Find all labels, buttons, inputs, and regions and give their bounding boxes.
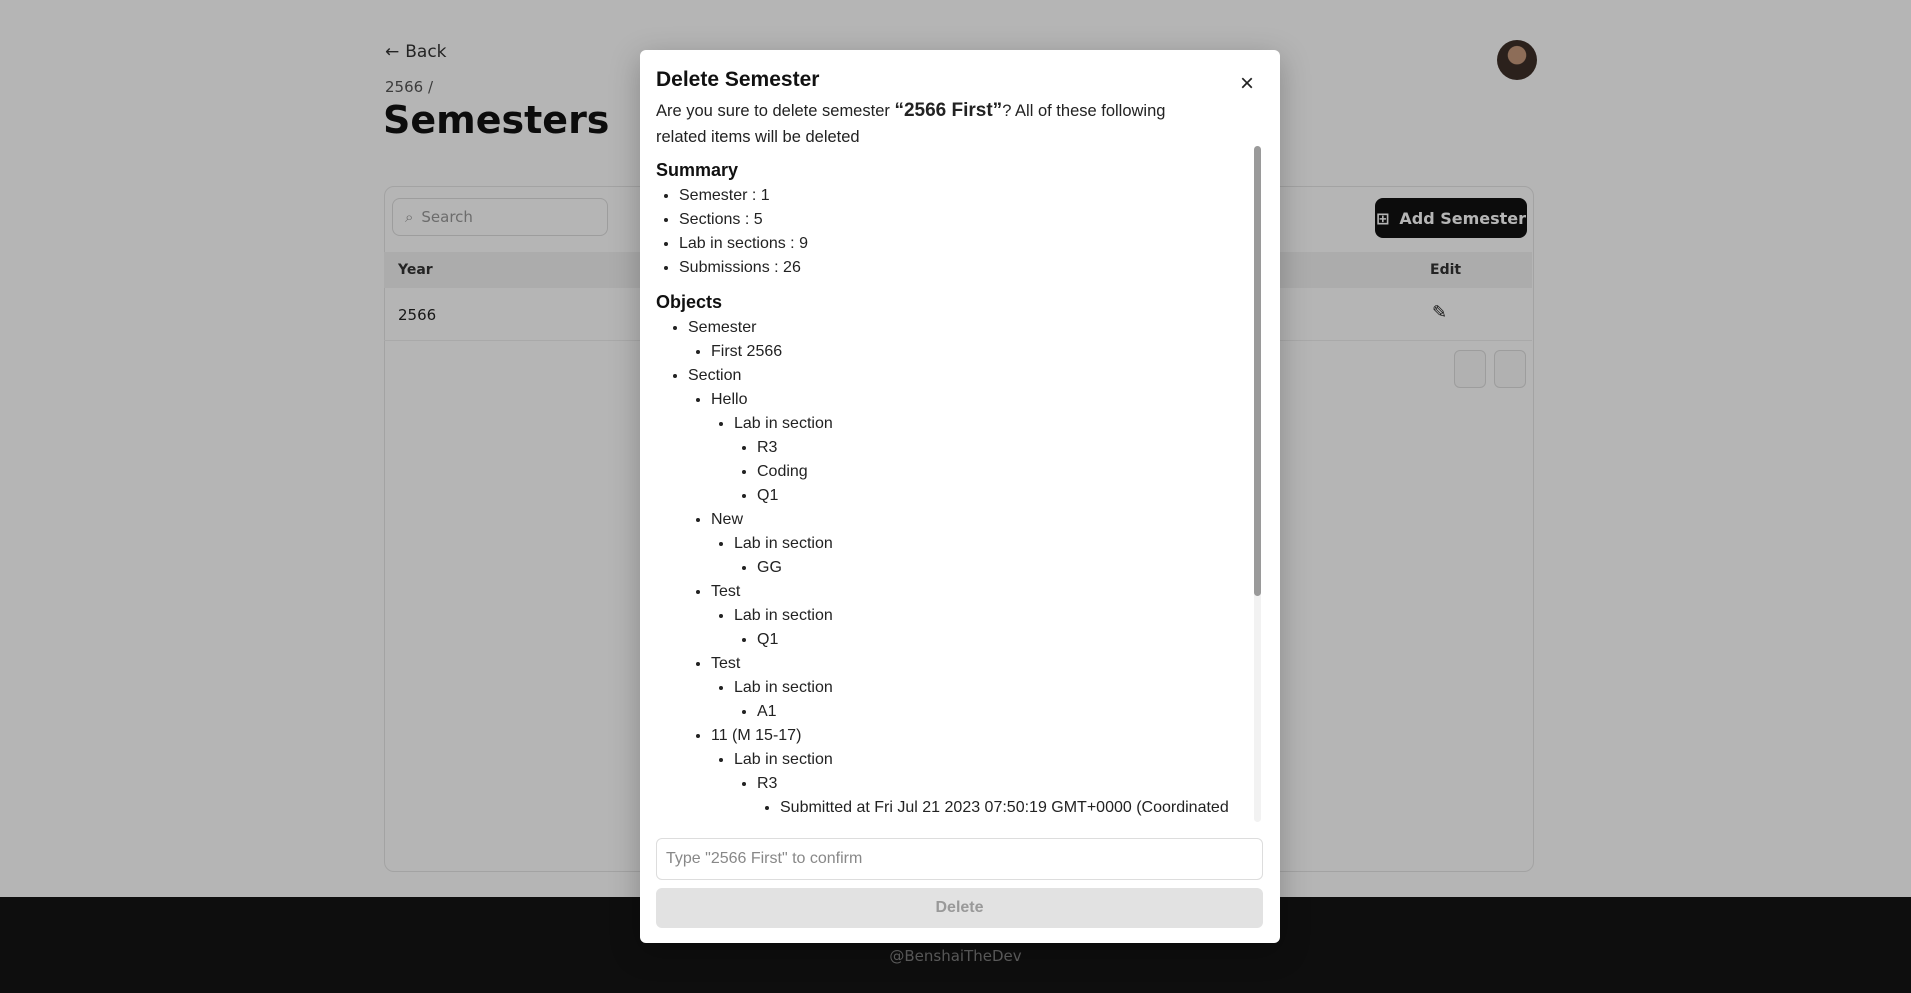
summary-item: Lab in sections : 9 — [679, 232, 1256, 256]
delete-button[interactable]: Delete — [656, 888, 1263, 928]
confirm-input[interactable] — [656, 838, 1263, 880]
intro-before: Are you sure to delete semester — [656, 102, 895, 120]
lab-group-label: Lab in section — [734, 607, 833, 624]
summary-item: Submissions : 26 — [679, 256, 1256, 280]
lab-group-label: Lab in section — [734, 535, 833, 552]
lab-object: A1 — [757, 700, 1256, 724]
lab-object: GG — [757, 556, 1256, 580]
object-type-label: Section — [688, 367, 742, 384]
modal-description: Are you sure to delete semester “2566 Fi… — [656, 98, 1216, 150]
object-type: Section Hello Lab in section R3 Coding Q… — [688, 364, 1256, 820]
objects-heading: Objects — [656, 292, 723, 312]
section-name: Test — [711, 655, 741, 672]
lab-group-label: Lab in section — [734, 751, 833, 768]
objects-list: Semester First 2566 Section Hello Lab in… — [656, 316, 1256, 820]
section-object: 11 (M 15-17) Lab in section R3 Submitted… — [711, 724, 1256, 820]
section-name: New — [711, 511, 744, 528]
modal-title: Delete Semester — [656, 68, 820, 91]
section-name: 11 (M 15-17) — [711, 727, 802, 744]
lab-object: Coding — [757, 460, 1256, 484]
object-type: Semester First 2566 — [688, 316, 1256, 364]
lab-group-label: Lab in section — [734, 679, 833, 696]
summary-item: Sections : 5 — [679, 208, 1256, 232]
section-object: New Lab in section GG — [711, 508, 1256, 580]
lab-group: Lab in section GG — [734, 532, 1256, 580]
semester-object: First 2566 — [711, 340, 1256, 364]
scrollbar-thumb[interactable] — [1254, 146, 1261, 596]
section-name: Hello — [711, 391, 748, 408]
section-object: Test Lab in section Q1 — [711, 580, 1256, 652]
lab-group: Lab in section Q1 — [734, 604, 1256, 652]
lab-name: R3 — [757, 775, 778, 792]
section-name: Test — [711, 583, 741, 600]
summary-heading: Summary — [656, 160, 739, 180]
delete-semester-modal: Delete Semester × Are you sure to delete… — [640, 50, 1280, 943]
lab-object: R3 — [757, 436, 1256, 460]
lab-object: Q1 — [757, 484, 1256, 508]
summary-list: Semester : 1 Sections : 5 Lab in section… — [656, 184, 1256, 280]
semester-name: “2566 First” — [894, 100, 1003, 121]
lab-group: Lab in section R3 Submitted at Fri Jul 2… — [734, 748, 1256, 820]
lab-object: Q1 — [757, 628, 1256, 652]
section-object: Test Lab in section A1 — [711, 652, 1256, 724]
lab-group: Lab in section R3 Coding Q1 — [734, 412, 1256, 508]
object-type-label: Semester — [688, 319, 757, 336]
section-object: Hello Lab in section R3 Coding Q1 — [711, 388, 1256, 508]
lab-group-label: Lab in section — [734, 415, 833, 432]
lab-object: R3 Submitted at Fri Jul 21 2023 07:50:19… — [757, 772, 1256, 820]
summary-item: Semester : 1 — [679, 184, 1256, 208]
submission-object: Submitted at Fri Jul 21 2023 07:50:19 GM… — [780, 796, 1256, 820]
close-icon[interactable]: × — [1235, 70, 1259, 97]
affected-items-list[interactable]: Summary Semester : 1 Sections : 5 Lab in… — [656, 146, 1256, 822]
lab-group: Lab in section A1 — [734, 676, 1256, 724]
